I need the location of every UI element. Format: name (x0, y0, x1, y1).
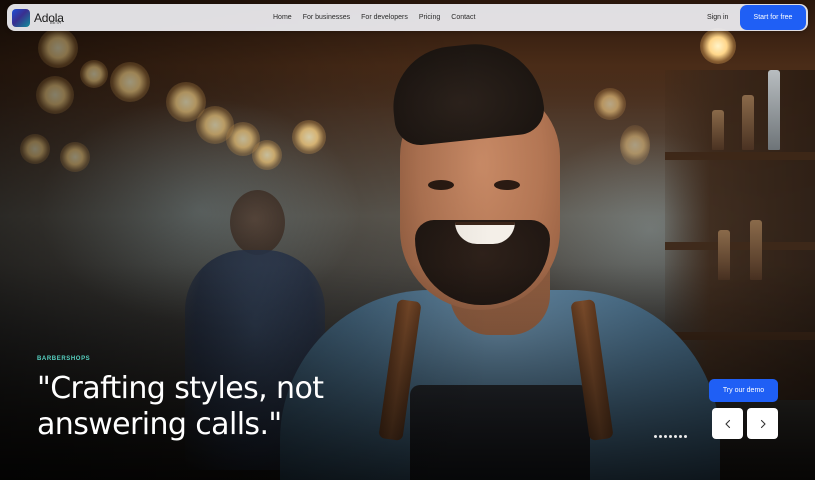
carousel-dot[interactable] (674, 435, 677, 438)
nav-link-home[interactable]: Home (273, 14, 292, 21)
hero-headline: "Crafting styles, not answering calls." (37, 371, 357, 443)
carousel-dot[interactable] (664, 435, 667, 438)
start-for-free-button[interactable]: Start for free (740, 5, 806, 30)
primary-nav: Home For businesses For developers Prici… (273, 4, 486, 31)
nav-link-for-developers[interactable]: For developers (361, 14, 408, 21)
carousel-dot[interactable] (659, 435, 662, 438)
carousel-dot[interactable] (684, 435, 687, 438)
nav-link-contact[interactable]: Contact (451, 14, 475, 21)
chevron-left-icon (724, 419, 730, 428)
headline-line-2: answering calls." (37, 407, 282, 442)
logo-wordmark: Adola BETA (34, 7, 64, 26)
carousel-dot[interactable] (679, 435, 682, 438)
carousel-dot[interactable] (654, 435, 657, 438)
carousel-prev-button[interactable] (712, 408, 743, 439)
nav-link-pricing[interactable]: Pricing (419, 14, 440, 21)
try-demo-button[interactable]: Try our demo (709, 379, 778, 402)
hero-category-label: BARBERSHOPS (37, 356, 91, 362)
carousel-dot[interactable] (669, 435, 672, 438)
logo-icon (12, 9, 30, 27)
brand-logo[interactable]: Adola BETA (12, 8, 64, 28)
carousel-next-button[interactable] (747, 408, 778, 439)
chevron-right-icon (760, 419, 766, 428)
navbar: Adola BETA Home For businesses For devel… (7, 4, 808, 31)
headline-line-1: "Crafting styles, not (37, 371, 324, 406)
beta-badge: BETA (50, 19, 62, 25)
carousel-dots (654, 435, 689, 438)
sign-in-link[interactable]: Sign in (707, 4, 728, 31)
nav-link-for-businesses[interactable]: For businesses (303, 14, 350, 21)
